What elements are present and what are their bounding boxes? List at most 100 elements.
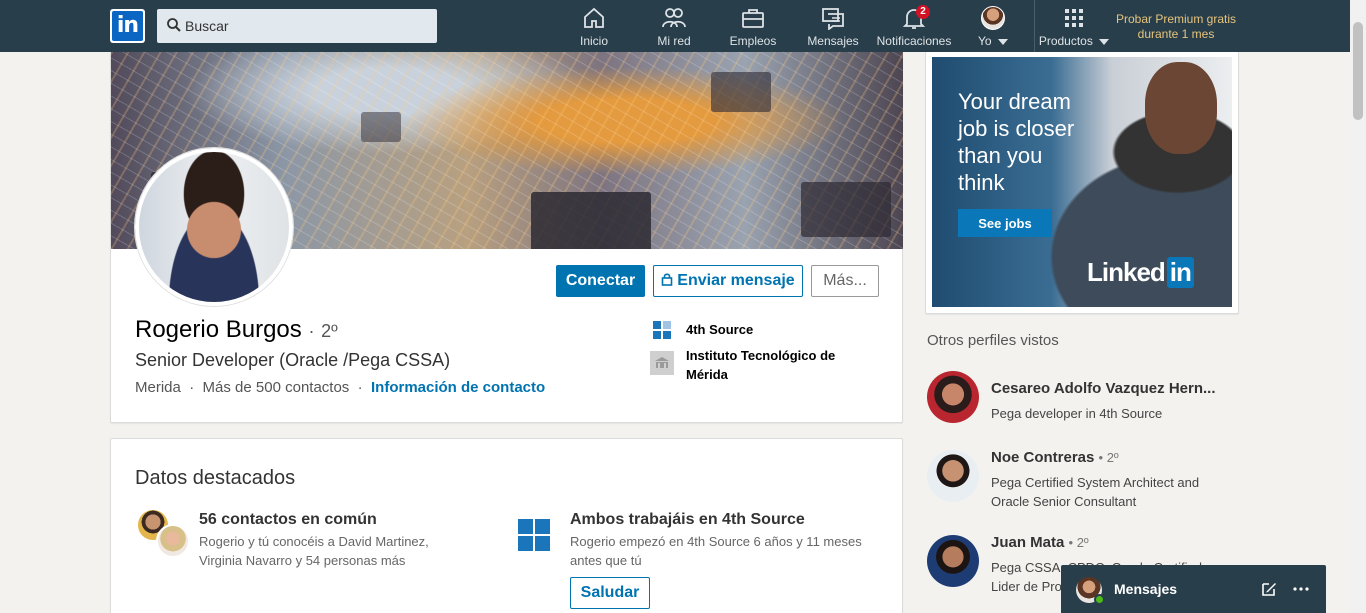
messaging-label: Mensajes — [1114, 581, 1178, 597]
person-degree: • 2º — [1098, 450, 1119, 465]
avatar[interactable] — [927, 450, 979, 502]
current-company[interactable]: 4th Source — [686, 320, 753, 339]
ad-logo-text: Linked — [1087, 257, 1166, 287]
profile-headline: Senior Developer (Oracle /Pega CSSA) — [135, 350, 451, 370]
avatar[interactable] — [927, 371, 979, 423]
nav-label-productos: Productos — [1038, 34, 1093, 48]
mutual-connections-title[interactable]: 56 contactos en común — [199, 511, 377, 529]
vertical-scrollbar[interactable] — [1350, 0, 1366, 613]
school-name[interactable]: Instituto Tecnológico de Mérida — [686, 346, 835, 384]
nav-item-yo[interactable]: Yo — [972, 6, 1014, 50]
linkedin-logo[interactable]: in — [110, 9, 145, 43]
company-logo-icon[interactable] — [650, 318, 674, 342]
connect-button[interactable]: Conectar — [556, 265, 645, 297]
profile-name-row: Rogerio Burgos · 2º — [135, 316, 338, 344]
mutual-connections-desc: Rogerio y tú conocéis a David Martinez, … — [199, 532, 429, 570]
ad-headline: Your dream job is closer than you think — [958, 88, 1088, 196]
mutual-line-2: Virginia Navarro y 54 personas más — [199, 553, 406, 568]
nav-item-empleos[interactable]: Empleos — [729, 6, 777, 50]
people-also-viewed-title: Otros perfiles vistos — [927, 332, 1059, 349]
person-name-text: Juan Mata — [991, 534, 1065, 551]
profile-location: Merida — [135, 379, 181, 396]
ad-line-3: than you — [958, 143, 1043, 168]
person-name[interactable]: Juan Mata • 2º — [991, 534, 1089, 551]
person-headline: Pega developer in 4th Source — [991, 404, 1225, 423]
scrollbar-thumb[interactable] — [1353, 22, 1363, 120]
person-name[interactable]: Noe Contreras • 2º — [991, 449, 1119, 466]
shared-line-2: antes que tú — [570, 553, 642, 568]
person-headline-line-1: Pega Certified System Architect and — [991, 475, 1200, 490]
profile-meta: Merida · Más de 500 contactos · Informac… — [135, 379, 545, 396]
search-icon — [167, 18, 181, 32]
more-options-icon[interactable] — [1292, 580, 1310, 598]
person-name-text: Noe Contreras — [991, 449, 1095, 466]
avatar[interactable] — [927, 535, 979, 587]
ad-person-image — [1145, 62, 1217, 154]
contact-info-link[interactable]: Información de contacto — [371, 379, 545, 396]
profile-name: Rogerio Burgos — [135, 316, 302, 343]
ad-line-2: job is closer — [958, 116, 1075, 141]
person-name[interactable]: Cesareo Adolfo Vazquez Hern... — [991, 380, 1216, 397]
send-message-label: Enviar mensaje — [677, 272, 795, 289]
premium-line-2: durante 1 mes — [1137, 27, 1215, 41]
nav-item-notificaciones[interactable]: 2 Notificaciones — [874, 5, 954, 50]
briefcase-icon — [742, 9, 764, 28]
notification-badge: 2 — [916, 5, 930, 19]
ad-line-1: Your dream — [958, 89, 1071, 114]
school-icon[interactable] — [650, 351, 674, 375]
search-box[interactable] — [157, 9, 437, 43]
nav-label-yo-group: Yo — [972, 34, 1014, 48]
degree-separator: · — [308, 321, 315, 341]
linkedin-logo-icon: in — [112, 11, 143, 41]
person-headline-line-2: Oracle Senior Consultant — [991, 494, 1137, 509]
see-jobs-button[interactable]: See jobs — [958, 209, 1052, 237]
mutual-avatars[interactable] — [136, 508, 192, 560]
profile-photo[interactable] — [135, 148, 293, 306]
nav-label-empleos: Empleos — [729, 34, 777, 48]
messaging-icon — [822, 8, 844, 30]
meta-separator: · — [353, 379, 367, 396]
messaging-bar[interactable]: Mensajes — [1061, 565, 1326, 613]
profile-connections: Más de 500 contactos — [202, 379, 350, 396]
nav-item-productos[interactable]: Productos — [1036, 6, 1112, 50]
mutual-line-1: Rogerio y tú conocéis a David Martinez, — [199, 534, 429, 549]
nav-item-inicio[interactable]: Inicio — [574, 6, 614, 50]
avatar — [981, 6, 1005, 30]
chevron-down-icon — [997, 38, 1008, 45]
ad-linkedin-logo: Linked in — [1087, 257, 1194, 288]
person-headline: Pega Certified System Architect and Orac… — [991, 473, 1225, 511]
grid-icon — [1065, 9, 1083, 27]
nav-label-mensajes: Mensajes — [807, 34, 859, 48]
ad-logo-in: in — [1166, 257, 1194, 288]
nav-item-mensajes[interactable]: Mensajes — [806, 6, 860, 50]
chevron-down-icon — [1099, 38, 1110, 45]
network-icon — [662, 8, 686, 28]
school-line-2: Mérida — [686, 367, 728, 382]
nav-label-notificaciones: Notificaciones — [876, 34, 952, 48]
compose-icon[interactable] — [1260, 580, 1278, 598]
premium-line-1: Probar Premium gratis — [1115, 12, 1237, 26]
shared-company-title: Ambos trabajáis en 4th Source — [570, 511, 805, 528]
nav-label-inicio: Inicio — [579, 34, 608, 48]
premium-link[interactable]: Probar Premium gratis durante 1 mes — [1110, 12, 1242, 42]
more-button[interactable]: Más... — [811, 265, 879, 297]
search-input[interactable] — [185, 9, 430, 43]
school-line-1: Instituto Tecnológico de — [686, 348, 836, 363]
connection-degree: 2º — [321, 321, 338, 341]
send-message-button[interactable]: Enviar mensaje — [653, 265, 803, 297]
nav-label-mi-red: Mi red — [657, 34, 691, 48]
online-status-icon — [1094, 594, 1105, 605]
person-name-text: Cesareo Adolfo Vazquez Hern... — [991, 380, 1216, 397]
nav-divider — [1034, 0, 1035, 52]
highlights-title: Datos destacados — [135, 467, 296, 489]
shared-company-desc: Rogerio empezó en 4th Source 6 años y 11… — [570, 532, 862, 570]
ad-line-4: think — [958, 170, 1005, 195]
nav-item-mi-red[interactable]: Mi red — [652, 6, 696, 50]
shared-line-1: Rogerio empezó en 4th Source 6 años y 11… — [570, 534, 862, 549]
top-nav: in Inicio Mi red Empleos Mensajes 2 Noti… — [0, 0, 1350, 52]
nav-label-yo: Yo — [978, 34, 992, 48]
home-icon — [584, 7, 604, 28]
say-hello-button[interactable]: Saludar — [570, 577, 650, 609]
person-degree: • 2º — [1068, 535, 1089, 550]
meta-separator: · — [185, 379, 199, 396]
